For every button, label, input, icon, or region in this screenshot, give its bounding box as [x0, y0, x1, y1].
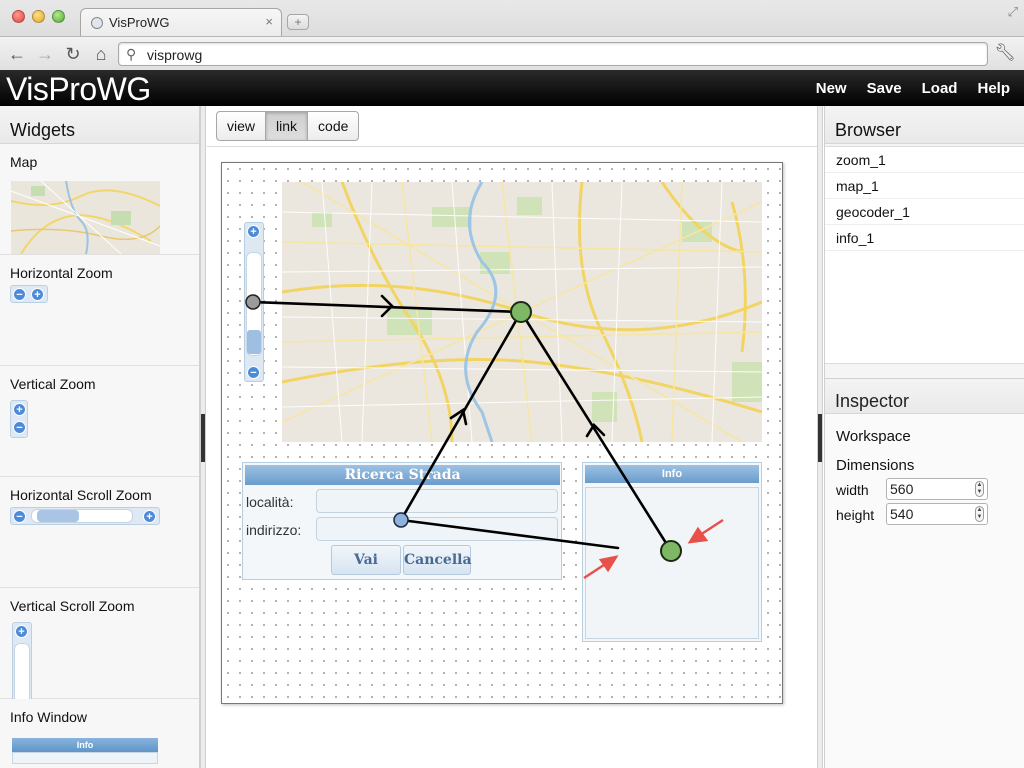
- widget-horizontal-zoom[interactable]: Horizontal Zoom − +: [0, 255, 199, 366]
- zoom-out-icon: −: [13, 510, 26, 523]
- address-label: indirizzo:: [246, 522, 302, 538]
- width-value[interactable]: 560: [890, 481, 913, 497]
- tab-link[interactable]: link: [266, 112, 309, 140]
- zoom-in-icon: +: [143, 510, 156, 523]
- widget-info-window[interactable]: Info Window Info: [0, 699, 199, 768]
- clear-button[interactable]: Cancella: [403, 545, 472, 575]
- reload-icon[interactable]: ↻: [62, 43, 84, 65]
- right-splitter[interactable]: [817, 106, 823, 768]
- menu-save[interactable]: Save: [867, 80, 902, 97]
- geocoder-widget[interactable]: Ricerca Strada località: indirizzo: Vai …: [242, 462, 562, 580]
- stepper-arrows-icon[interactable]: ▲ ▼: [975, 481, 984, 497]
- inspector-panel: Workspace Dimensions width 560 ▲ ▼ height…: [825, 414, 1024, 768]
- width-label: width: [836, 482, 869, 498]
- zoom-in-icon: +: [15, 625, 28, 638]
- scroll-track: [14, 643, 30, 703]
- forward-icon[interactable]: →: [34, 43, 56, 65]
- widget-map[interactable]: Map: [0, 144, 199, 255]
- tab-title: VisProWG: [109, 15, 170, 30]
- search-icon: ⚲: [126, 46, 137, 62]
- zoom-in-icon[interactable]: +: [247, 225, 260, 238]
- info-window-widget[interactable]: Info: [582, 462, 762, 642]
- zoom-out-icon[interactable]: −: [247, 366, 260, 379]
- inspector-panel-title: Inspector: [825, 378, 1024, 414]
- zoom-out-icon: −: [13, 421, 26, 434]
- scroll-thumb: [37, 510, 79, 522]
- widget-label: Vertical Zoom: [10, 376, 96, 392]
- new-tab-button[interactable]: +: [287, 14, 309, 30]
- globe-icon: [91, 17, 103, 29]
- widget-label: Horizontal Zoom: [10, 265, 113, 281]
- height-stepper[interactable]: 540 ▲ ▼: [886, 503, 988, 525]
- back-icon[interactable]: ←: [6, 43, 28, 65]
- locality-label: località:: [246, 494, 294, 510]
- browser-item-zoom[interactable]: zoom_1: [825, 147, 1024, 173]
- tab-view[interactable]: view: [217, 112, 267, 140]
- app-title: VisProWG: [6, 71, 151, 107]
- widget-vertical-zoom[interactable]: Vertical Zoom + −: [0, 366, 199, 477]
- widget-horizontal-scroll-zoom[interactable]: Horizontal Scroll Zoom − +: [0, 477, 199, 588]
- height-label: height: [836, 507, 875, 523]
- tab-close-icon[interactable]: ×: [265, 14, 273, 29]
- browser-panel-title: Browser: [825, 106, 1024, 144]
- locality-input[interactable]: [316, 489, 558, 513]
- map-widget[interactable]: [282, 182, 762, 442]
- menu-new[interactable]: New: [816, 80, 847, 97]
- view-mode-tabs: view link code: [216, 111, 360, 141]
- info-window-preview-body: [12, 752, 158, 764]
- address-bar[interactable]: ⚲ visprowg: [118, 42, 988, 66]
- right-panel: Browser zoom_1 map_1 geocoder_1 info_1 I…: [824, 106, 1024, 768]
- left-splitter[interactable]: [200, 106, 206, 768]
- home-icon[interactable]: ⌂: [90, 43, 112, 65]
- browser-list: zoom_1 map_1 geocoder_1 info_1: [825, 146, 1024, 364]
- minimize-window-button[interactable]: [32, 10, 45, 23]
- inspector-subsection: Dimensions: [836, 457, 915, 474]
- browser-item-geocoder[interactable]: geocoder_1: [825, 199, 1024, 225]
- go-button[interactable]: Vai: [331, 545, 401, 575]
- width-stepper[interactable]: 560 ▲ ▼: [886, 478, 988, 500]
- vertical-scroll-zoom-widget[interactable]: + −: [244, 222, 264, 382]
- browser-toolbar: ← → ↻ ⌂ ⚲ visprowg 🔧︎: [0, 36, 1024, 70]
- stepper-arrows-icon[interactable]: ▲ ▼: [975, 506, 984, 522]
- zoom-in-icon: +: [13, 403, 26, 416]
- info-window-title: Info: [585, 465, 759, 483]
- splitter-handle[interactable]: [818, 414, 822, 462]
- splitter-handle[interactable]: [201, 414, 205, 462]
- tab-code[interactable]: code: [308, 112, 358, 140]
- address-text[interactable]: visprowg: [147, 47, 202, 63]
- address-input[interactable]: [316, 517, 558, 541]
- close-window-button[interactable]: [12, 10, 25, 23]
- map-thumbnail: [11, 181, 160, 254]
- widget-label: Map: [10, 154, 38, 170]
- widgets-panel-title: Widgets: [0, 106, 199, 144]
- widgets-panel: Widgets Map Horizontal Zoom − + Vertical…: [0, 106, 200, 768]
- wrench-icon[interactable]: 🔧︎: [994, 43, 1016, 63]
- zoom-in-icon: +: [31, 288, 44, 301]
- info-window-body: [585, 487, 759, 639]
- browser-tab[interactable]: VisProWG ×: [80, 8, 282, 36]
- fullscreen-icon[interactable]: ⤢: [1008, 4, 1018, 20]
- widget-label: Info Window: [10, 709, 88, 725]
- geocoder-title: Ricerca Strada: [245, 465, 560, 485]
- widget-vertical-scroll-zoom[interactable]: Vertical Scroll Zoom +: [0, 588, 199, 703]
- widget-label: Vertical Scroll Zoom: [10, 598, 135, 614]
- menu-load[interactable]: Load: [922, 80, 958, 97]
- app-menu: New Save Load Help: [816, 80, 1010, 97]
- app-header: VisProWG New Save Load Help: [0, 70, 1024, 107]
- zoom-window-button[interactable]: [52, 10, 65, 23]
- scroll-thumb[interactable]: [247, 330, 261, 354]
- browser-item-info[interactable]: info_1: [825, 225, 1024, 251]
- browser-item-map[interactable]: map_1: [825, 173, 1024, 199]
- info-window-preview-title: Info: [12, 738, 158, 752]
- height-value[interactable]: 540: [890, 506, 913, 522]
- browser-chrome: VisProWG × + ⤢ ← → ↻ ⌂ ⚲ visprowg 🔧︎: [0, 0, 1024, 70]
- inspector-section: Workspace: [836, 428, 911, 445]
- widget-label: Horizontal Scroll Zoom: [10, 487, 152, 503]
- zoom-out-icon: −: [13, 288, 26, 301]
- menu-help[interactable]: Help: [977, 80, 1010, 97]
